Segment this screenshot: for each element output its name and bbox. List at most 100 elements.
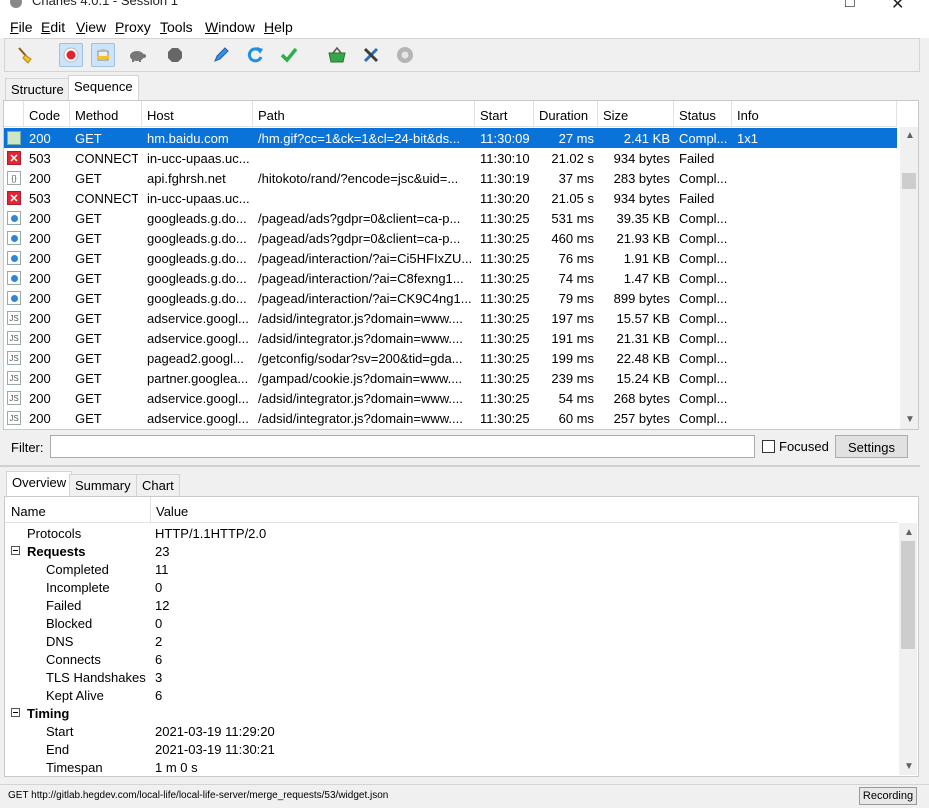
cell-method: GET (75, 371, 102, 386)
table-row[interactable]: JS 200 GET partner.googlea... /gampad/cookie… (4, 368, 897, 388)
table-row[interactable]: JS 200 GET adservice.googl... /adsid/integra… (4, 408, 897, 428)
cell-size: 2.41 KB (623, 131, 670, 146)
table-row[interactable]: 200 GET googleads.g.do... /pagead/ads?gdpr=… (4, 208, 897, 228)
cell-host: api.fghrsh.net (147, 171, 226, 186)
scroll-up-icon[interactable]: ▲ (904, 527, 914, 538)
scroll-up-icon[interactable]: ▲ (905, 130, 915, 141)
table-row[interactable]: 200 GET googleads.g.do... /pagead/interacti… (4, 288, 897, 308)
html-icon (7, 231, 21, 245)
table-row[interactable]: 200 GET googleads.g.do... /pagead/interacti… (4, 248, 897, 268)
cell-duration: 21.05 s (551, 191, 594, 206)
overview-scrollbar[interactable]: ▲ ▼ (899, 523, 917, 775)
cell-size: 15.57 KB (616, 311, 671, 326)
scroll-down-icon[interactable]: ▼ (905, 414, 915, 425)
scroll-thumb[interactable] (901, 541, 915, 649)
view-tabs: Structure Sequence (5, 75, 205, 100)
menu-item-5[interactable]: Window (205, 19, 255, 35)
overview-name: Timing (27, 706, 70, 721)
cell-status: Compl... (679, 351, 728, 366)
turtle-icon[interactable] (125, 43, 149, 67)
tools-icon[interactable] (359, 43, 383, 67)
scroll-thumb[interactable] (902, 173, 916, 189)
broom-icon[interactable] (13, 43, 37, 67)
cell-path: /pagead/interaction/?ai=C8fexng1... (258, 271, 464, 286)
gear-icon[interactable] (393, 43, 417, 67)
overview-value: 1 m 0 s (155, 760, 198, 775)
recording-badge[interactable]: Recording (859, 787, 917, 805)
sequence-scrollbar[interactable]: ▲ ▼ (900, 127, 918, 429)
overview-name: Requests (27, 544, 86, 559)
focused-checkbox[interactable] (762, 440, 775, 453)
pane-splitter[interactable] (0, 465, 920, 467)
overview-name: Protocols (27, 526, 82, 541)
cell-start: 11:30:25 (480, 251, 530, 266)
overview-value: 6 (155, 688, 163, 703)
maximize-icon[interactable]: □ (845, 0, 855, 12)
cell-method: GET (75, 211, 102, 226)
overview-value: 0 (155, 580, 163, 595)
table-row[interactable]: 200 GET googleads.g.do... /pagead/ads?gdpr=… (4, 228, 897, 248)
column-header-status[interactable]: Status (674, 101, 732, 127)
overview-name: Failed (46, 598, 82, 613)
column-header-path[interactable]: Path (253, 101, 475, 127)
filter-input[interactable] (50, 435, 755, 458)
tab-overview[interactable]: Overview (6, 471, 73, 496)
close-icon[interactable]: ✕ (891, 0, 904, 14)
table-row[interactable]: JS 200 GET pagead2.googl... /getconfig/sodar… (4, 348, 897, 368)
cell-start: 11:30:25 (480, 291, 530, 306)
overview-value: HTTP/1.1HTTP/2.0 (155, 526, 267, 541)
overview-group-row[interactable]: Timing (5, 704, 885, 722)
cell-path: /pagead/ads?gdpr=0&client=ca-p... (258, 231, 461, 246)
menu-item-4[interactable]: Tools (160, 19, 193, 35)
tab-structure[interactable]: Structure (5, 78, 70, 100)
column-header-code[interactable]: Code (24, 101, 70, 127)
tab-chart[interactable]: Chart (136, 474, 180, 496)
cell-status: Compl... (679, 391, 728, 406)
table-row[interactable]: 200 GET googleads.g.do... /pagead/interacti… (4, 268, 897, 288)
tab-summary[interactable]: Summary (69, 474, 137, 496)
menu-item-6[interactable]: Help (264, 19, 293, 35)
table-row[interactable]: 200 GET hm.baidu.com/hm.gif?cc=1&ck=1&cl=2… (4, 128, 897, 148)
record-icon[interactable] (59, 43, 83, 67)
table-row[interactable]: ✕ 503 CONNECT in-ucc-upaas.uc... 11:30:10 21.… (4, 148, 897, 168)
collapse-icon[interactable] (11, 546, 20, 555)
collapse-icon[interactable] (11, 708, 20, 717)
cell-host: in-ucc-upaas.uc... (147, 191, 249, 206)
table-row[interactable]: JS 200 GET adservice.googl... /adsid/integra… (4, 388, 897, 408)
column-header-method[interactable]: Method (70, 101, 142, 127)
cell-duration: 60 ms (558, 411, 594, 426)
cell-status: Compl... (679, 331, 728, 346)
pen-icon[interactable] (209, 43, 233, 67)
overview-row: Start 2021-03-19 11:29:20 (5, 722, 885, 740)
scroll-down-icon[interactable]: ▼ (904, 761, 914, 772)
cell-path: /pagead/ads?gdpr=0&client=ca-p... (258, 211, 461, 226)
menu-item-0[interactable]: File (10, 19, 33, 35)
cell-method: GET (75, 291, 102, 306)
overview-col-name: Name (11, 504, 46, 519)
table-row[interactable]: ✕ 503 CONNECT in-ucc-upaas.uc... 11:30:20 21.… (4, 188, 897, 208)
cell-host: adservice.googl... (147, 391, 249, 406)
menu-item-3[interactable]: Proxy (115, 19, 151, 35)
overview-group-row[interactable]: Requests 23 (5, 542, 885, 560)
menu-item-2[interactable]: View (76, 19, 106, 35)
table-row[interactable]: {} 200 GET api.fghrsh.net/hitokoto/rand/?en… (4, 168, 897, 188)
column-header-size[interactable]: Size (598, 101, 674, 127)
basket-icon[interactable] (325, 43, 349, 67)
table-row[interactable]: JS 200 GET adservice.googl... /adsid/integra… (4, 328, 897, 348)
javascript-icon: JS (7, 391, 21, 405)
cell-status: Compl... (679, 311, 728, 326)
menu-item-1[interactable]: Edit (41, 19, 65, 35)
tab-sequence[interactable]: Sequence (68, 75, 139, 100)
column-header-duration[interactable]: Duration (534, 101, 598, 127)
table-row[interactable]: JS 200 GET adservice.googl... /adsid/integra… (4, 308, 897, 328)
settings-button[interactable]: Settings (835, 435, 908, 458)
column-header-start[interactable]: Start (475, 101, 534, 127)
throttle-icon[interactable] (91, 43, 115, 67)
check-icon[interactable] (277, 43, 301, 67)
column-header-host[interactable]: Host (142, 101, 253, 127)
cell-path: /gampad/cookie.js?domain=www.... (258, 371, 463, 386)
refresh-icon[interactable] (243, 43, 267, 67)
overview-row: Failed 12 (5, 596, 885, 614)
stop-icon[interactable] (163, 43, 187, 67)
column-header-info[interactable]: Info (732, 101, 897, 127)
